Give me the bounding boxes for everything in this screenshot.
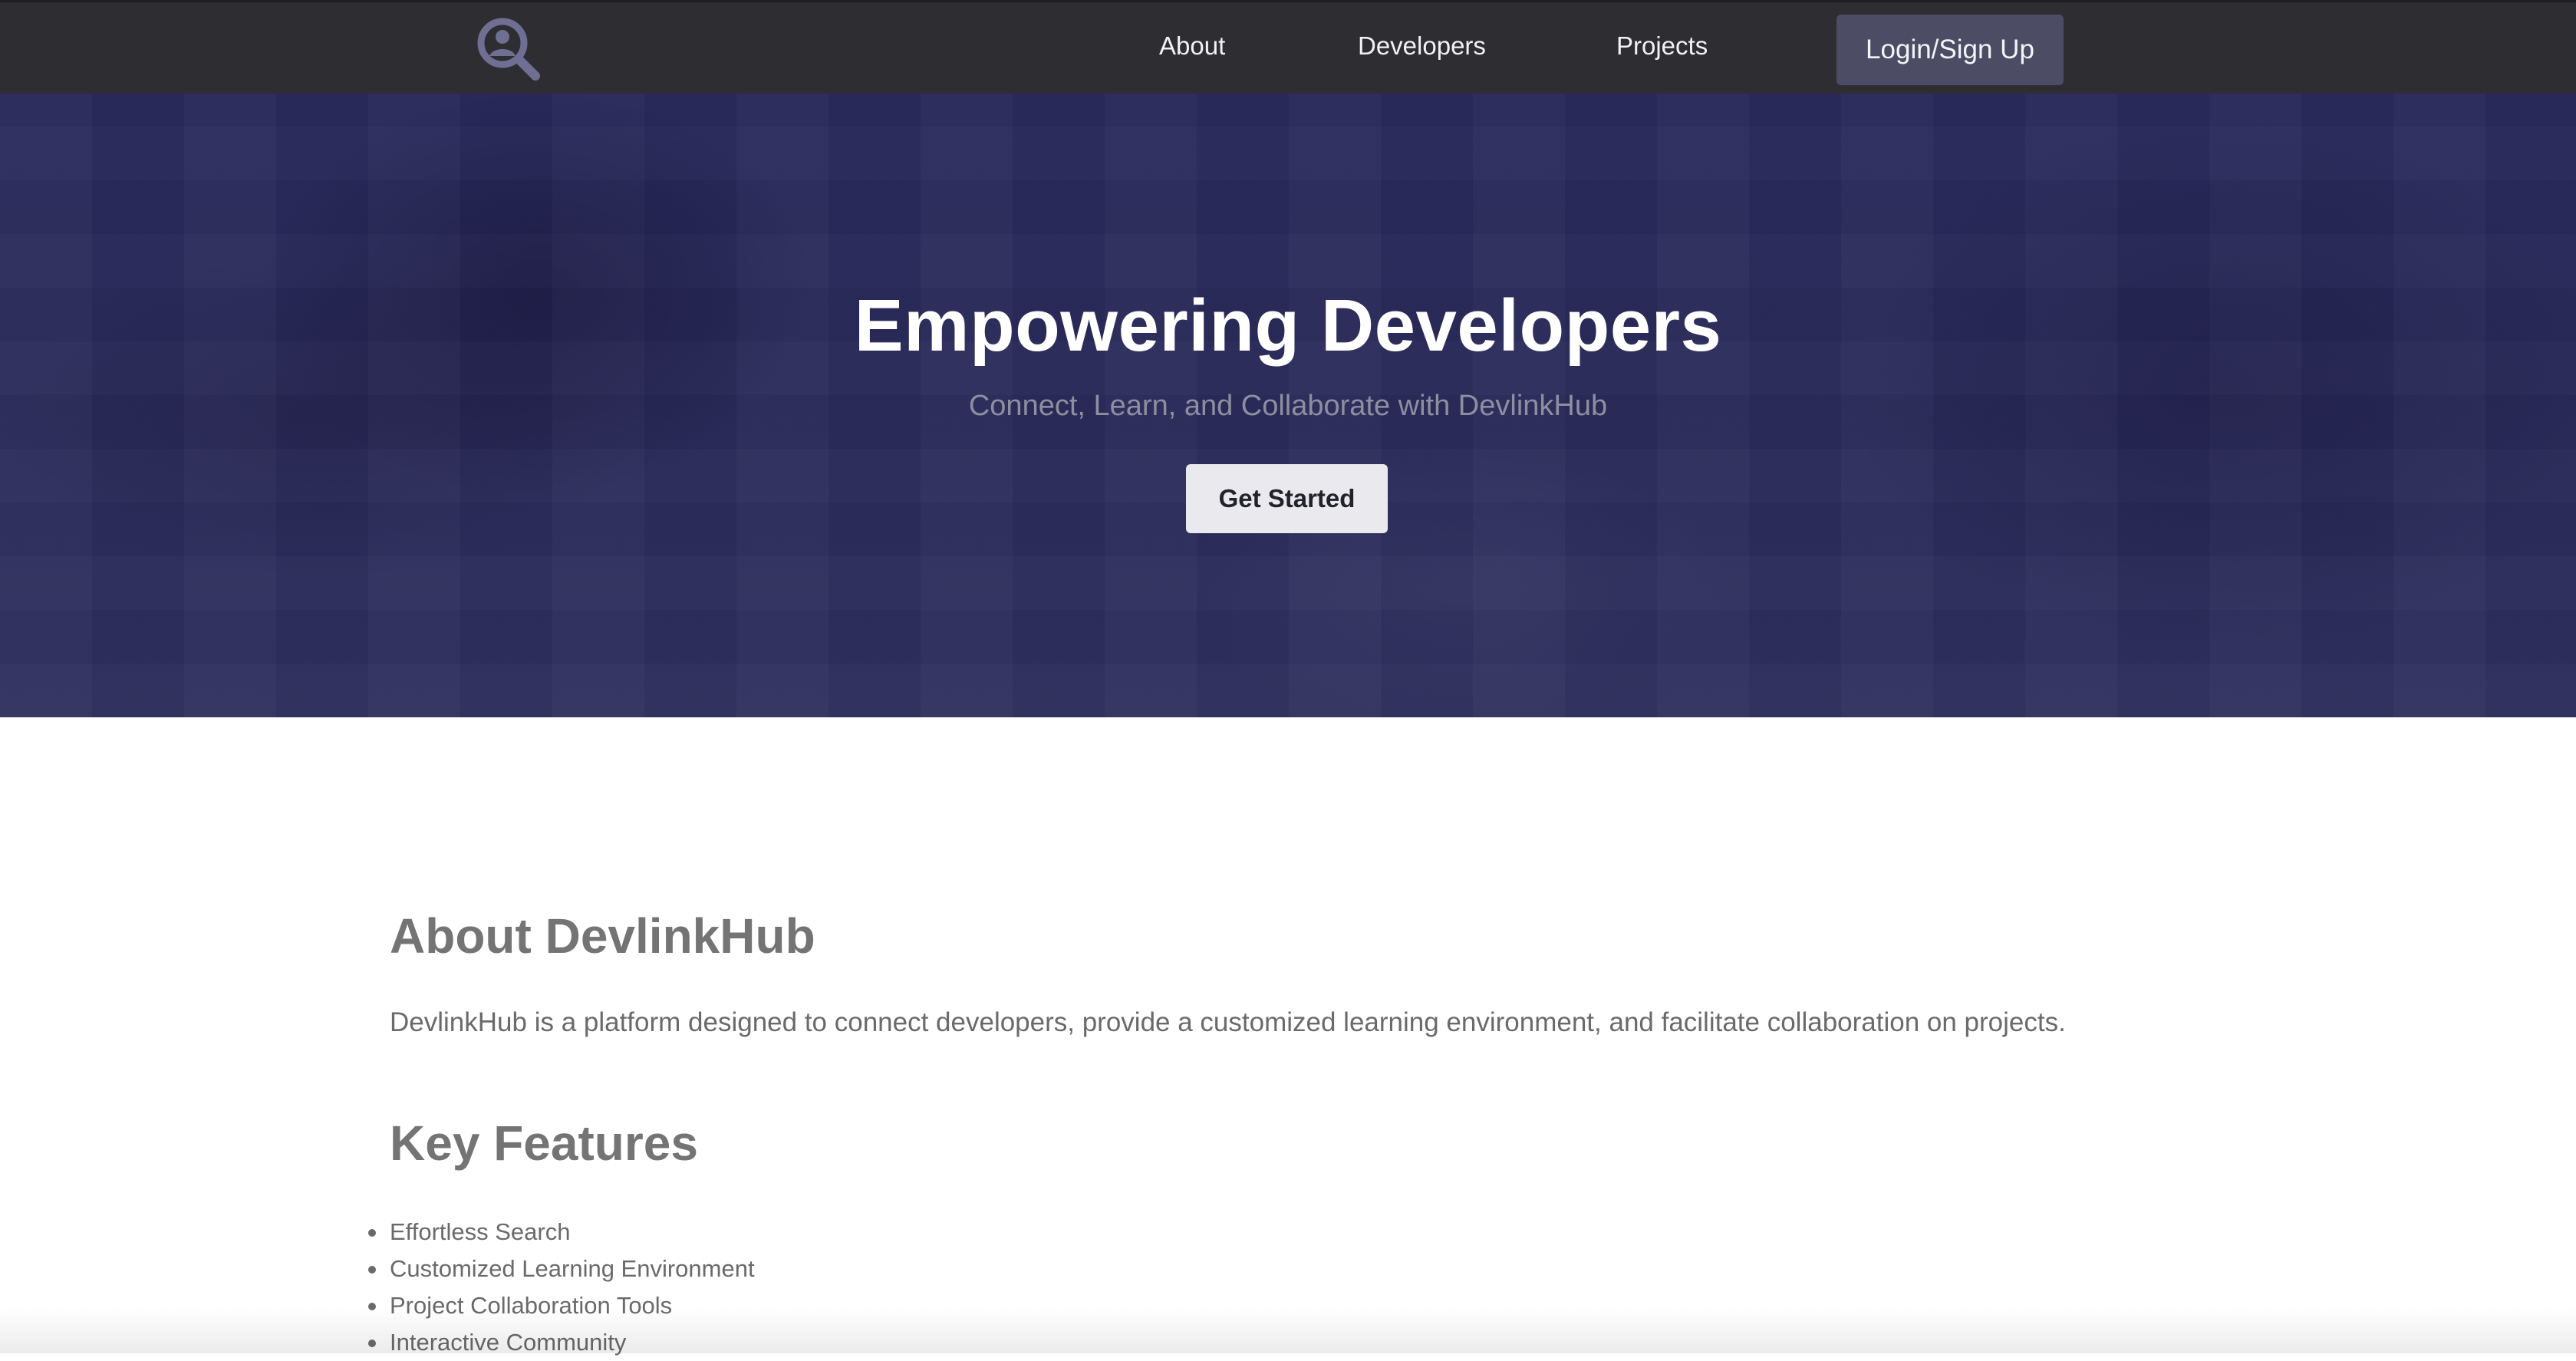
nav-link-developers[interactable]: Developers <box>1358 31 1486 61</box>
feature-label: Customized Learning Environment <box>390 1255 755 1282</box>
navbar: About Developers Projects Login/Sign Up <box>0 0 2576 94</box>
bullet-icon <box>368 1303 376 1310</box>
feature-label: Interactive Community <box>390 1329 626 1356</box>
list-item: Customized Learning Environment <box>390 1251 755 1287</box>
features-list: Effortless Search Customized Learning En… <box>390 1214 755 1361</box>
bullet-icon <box>368 1229 376 1237</box>
hero-subtitle: Connect, Learn, and Collaborate with Dev… <box>0 390 2576 423</box>
hero-title: Empowering Developers <box>0 284 2576 368</box>
nav-link-about[interactable]: About <box>1159 31 1225 61</box>
login-signup-button[interactable]: Login/Sign Up <box>1836 15 2064 85</box>
feature-label: Project Collaboration Tools <box>390 1292 672 1319</box>
hero-section: Empowering Developers Connect, Learn, an… <box>0 94 2576 717</box>
bullet-icon <box>368 1266 376 1274</box>
about-description: DevlinkHub is a platform designed to con… <box>390 1007 2066 1038</box>
feature-label: Effortless Search <box>390 1218 570 1245</box>
nav-link-projects[interactable]: Projects <box>1616 31 1708 61</box>
get-started-button[interactable]: Get Started <box>1186 464 1388 533</box>
magnifier-user-icon[interactable] <box>476 16 542 81</box>
key-features-heading: Key Features <box>390 1115 698 1172</box>
about-heading: About DevlinkHub <box>390 908 815 964</box>
list-item: Effortless Search <box>390 1214 755 1251</box>
bullet-icon <box>368 1340 376 1347</box>
list-item: Interactive Community <box>390 1324 755 1361</box>
bottom-shadow <box>0 1307 2576 1353</box>
list-item: Project Collaboration Tools <box>390 1287 755 1324</box>
